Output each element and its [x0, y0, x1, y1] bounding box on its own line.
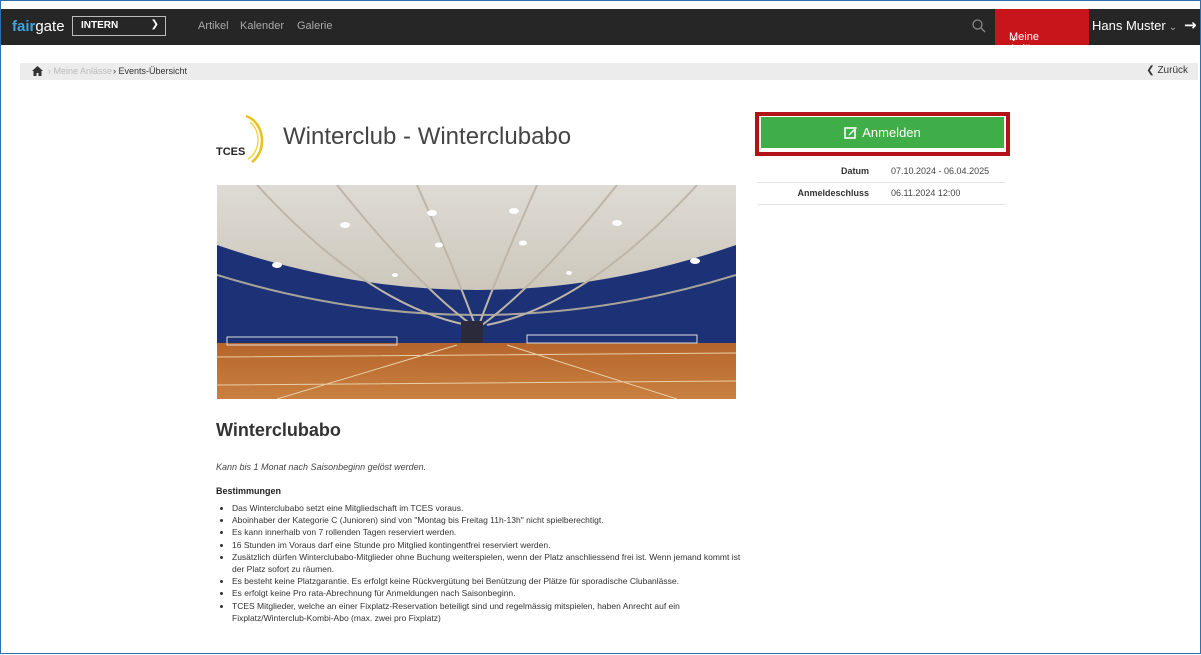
user-menu[interactable]: Hans Muster ⌄	[1092, 18, 1177, 33]
list-item: Es erfolgt keine Pro rata-Abrechnung für…	[232, 587, 752, 599]
list-item: Aboinhaber der Kategorie C (Junioren) si…	[232, 514, 752, 526]
info-row-anmeldeschluss: Anmeldeschluss 06.11.2024 12:00	[758, 182, 1005, 205]
search-icon[interactable]	[971, 18, 987, 34]
breadcrumb: › Meine Anlässe › Events-Übersicht ❮ Zur…	[20, 63, 1198, 80]
breadcrumb-current: › Events-Übersicht	[113, 66, 188, 76]
back-button[interactable]: ❮ Zurück	[1146, 65, 1188, 76]
nav-galerie[interactable]: Galerie	[297, 20, 332, 32]
rules-heading: Bestimmungen	[216, 486, 282, 496]
chevron-left-icon: ❮	[1146, 65, 1155, 76]
top-navbar: fairgate INTERN ❯ Artikel Kalender Galer…	[0, 9, 1201, 55]
logout-icon[interactable]: →	[1184, 16, 1197, 34]
info-value: 06.11.2024 12:00	[891, 188, 961, 198]
org-select[interactable]: INTERN ❯	[72, 16, 166, 36]
logo-gate: gate	[35, 18, 65, 35]
event-heading: Winterclubabo	[216, 420, 341, 440]
top-border	[0, 0, 1201, 9]
meine-anlaesse-menu[interactable]: Meine Anlässe ⌄	[995, 9, 1089, 55]
nav-artikel[interactable]: Artikel	[198, 20, 229, 32]
org-select-value: INTERN	[81, 20, 119, 31]
nav-kalender[interactable]: Kalender	[240, 20, 284, 32]
list-item: Das Winterclubabo setzt eine Mitgliedsch…	[232, 502, 752, 514]
register-label: Anmelden	[862, 125, 921, 140]
fairgate-logo[interactable]: fairgate	[12, 18, 65, 35]
list-item: Es besteht keine Platzgarantie. Es erfol…	[232, 575, 752, 587]
chevron-down-icon: ❯	[150, 19, 159, 30]
list-item: 16 Stunden im Voraus darf eine Stunde pr…	[232, 539, 752, 551]
event-title: Winterclub - Winterclubabo	[283, 123, 572, 150]
back-label: Zurück	[1157, 65, 1188, 76]
info-key: Anmeldeschluss	[797, 188, 869, 198]
breadcrumb-label: Events-Übersicht	[118, 66, 188, 76]
list-item: TCES Mitglieder, welche an einer Fixplat…	[232, 600, 752, 624]
breadcrumb-label: Meine Anlässe	[53, 66, 113, 76]
tces-logo: TCES	[216, 114, 264, 163]
list-item: Es kann innerhalb von 7 rollenden Tagen …	[232, 526, 752, 538]
chevron-down-icon: ⌄	[1168, 22, 1178, 33]
chevron-down-icon: ⌄	[1009, 32, 1019, 44]
event-photo	[217, 185, 736, 399]
breadcrumb-meine-anlaesse[interactable]: › Meine Anlässe	[48, 66, 112, 76]
logo-fair: fair	[12, 18, 36, 35]
tces-logo-text: TCES	[216, 146, 245, 158]
rules-list: Das Winterclubabo setzt eine Mitgliedsch…	[216, 502, 752, 624]
user-name: Hans Muster	[1092, 18, 1166, 33]
list-item: Zusätzlich dürfen Winterclubabo-Mitglied…	[232, 551, 752, 575]
event-intro: Kann bis 1 Monat nach Saisonbeginn gelös…	[216, 462, 427, 472]
home-icon[interactable]	[32, 66, 43, 76]
register-button[interactable]: Anmelden	[761, 117, 1004, 148]
info-value: 07.10.2024 - 06.04.2025	[891, 166, 990, 176]
edit-icon	[844, 127, 858, 139]
info-row-datum: Datum 07.10.2024 - 06.04.2025	[758, 160, 1005, 183]
info-key: Datum	[840, 166, 869, 176]
